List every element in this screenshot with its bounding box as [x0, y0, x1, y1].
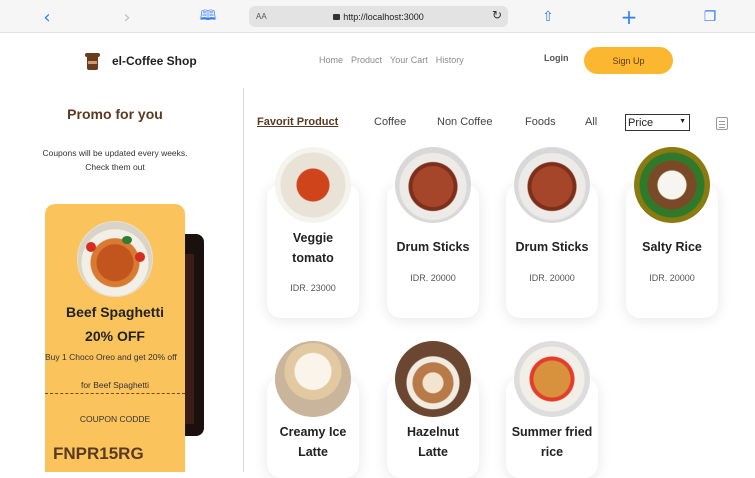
promo-title: Promo for you [67, 106, 163, 122]
filter-icon[interactable] [716, 117, 728, 130]
product-name: Salty Rice [642, 240, 702, 254]
product-name: Drum Sticks [396, 240, 470, 254]
product-card[interactable]: Drum Sticks IDR. 20000 [506, 147, 598, 318]
product-card[interactable]: Hazelnut Latte [387, 341, 479, 478]
coupon-code-label: COUPON CODDE [79, 414, 151, 424]
product-card[interactable]: Creamy Ice Latte [267, 341, 359, 478]
back-icon[interactable]: ‹ [36, 6, 58, 28]
bookmarks-icon[interactable]: 🕮 [197, 6, 219, 28]
product-price: IDR. 20000 [649, 273, 695, 283]
panel-divider [243, 88, 244, 472]
creamy-ice-latte-image [275, 341, 351, 417]
new-tab-icon[interactable]: + [618, 5, 640, 29]
product-price: IDR. 20000 [529, 273, 575, 283]
sort-select[interactable]: Price ▼ [625, 114, 690, 131]
promo-subtitle-line: Check them out [85, 162, 145, 172]
product-name-line: Latte [298, 445, 328, 459]
product-name-line: Creamy Ice [279, 425, 347, 439]
url-text: http://localhost:3000 [343, 11, 424, 22]
coupon-stack-back-inner [184, 254, 194, 424]
tab-foods[interactable]: Foods [525, 116, 556, 128]
promo-subtitle: Coupons will be updated every weeks. Che… [25, 146, 205, 174]
product-name-line: Veggie [292, 231, 334, 245]
coupon-code: FNPR15RG [53, 444, 144, 463]
nav-home[interactable]: Home [319, 55, 343, 65]
tabs-overview-icon[interactable]: ❐ [699, 6, 721, 28]
nav-history[interactable]: History [436, 55, 464, 65]
coupon-discount: 20% OFF [85, 328, 145, 344]
product-name-line: rice [540, 445, 564, 459]
coupon-description: Buy 1 Choco Oreo and get 20% off [45, 352, 177, 362]
product-card[interactable]: Veggie tomato IDR. 23000 [267, 147, 359, 318]
main-nav: Home Product Your Cart History [319, 55, 464, 65]
coupon-for-text: for Beef Spaghetti [80, 380, 150, 390]
coupon-card[interactable]: Beef Spaghetti 20% OFF Buy 1 Choco Oreo … [45, 204, 185, 472]
signup-button[interactable]: Sign Up [584, 47, 673, 74]
beef-spaghetti-image [77, 221, 153, 297]
forward-icon[interactable]: › [116, 6, 138, 28]
share-icon[interactable]: ⇧ [537, 6, 559, 28]
address-bar[interactable]: AA http://localhost:3000 ↻ [249, 6, 508, 27]
product-price: IDR. 23000 [290, 283, 336, 293]
product-price: IDR. 20000 [410, 273, 456, 283]
tab-coffee[interactable]: Coffee [374, 116, 406, 128]
product-name: Drum Sticks [515, 240, 589, 254]
veggie-tomato-image [275, 147, 351, 223]
browser-toolbar: ‹ › 🕮 AA http://localhost:3000 ↻ ⇧ + ❐ [0, 0, 755, 33]
coupon-divider [45, 393, 185, 394]
tab-all[interactable]: All [585, 116, 597, 128]
drum-sticks-image [395, 147, 471, 223]
nav-your-cart[interactable]: Your Cart [390, 55, 428, 65]
chevron-down-icon: ▼ [679, 118, 686, 125]
coffee-cup-logo-icon[interactable] [85, 52, 101, 70]
product-card[interactable]: Salty Rice IDR. 20000 [626, 147, 718, 318]
product-card[interactable]: Summer fried rice [506, 341, 598, 478]
coupon-product-name: Beef Spaghetti [65, 304, 164, 320]
promo-subtitle-line: Coupons will be updated every weeks. [42, 148, 188, 158]
sort-select-value: Price [628, 116, 654, 129]
reload-icon[interactable]: ↻ [492, 8, 502, 22]
product-name-line: Latte [418, 445, 448, 459]
hazelnut-latte-image [395, 341, 471, 417]
product-card[interactable]: Drum Sticks IDR. 20000 [387, 147, 479, 318]
product-name: Veggie tomato [267, 228, 359, 268]
brand-name[interactable]: el-Coffee Shop [112, 54, 197, 68]
product-name-line: Hazelnut [406, 425, 460, 439]
nav-product[interactable]: Product [351, 55, 382, 65]
product-name-line: Summer fried [511, 425, 593, 439]
product-name: Summer fried rice [506, 422, 598, 462]
summer-fried-rice-image [514, 341, 590, 417]
tab-favorit-product[interactable]: Favorit Product [257, 116, 338, 128]
lock-icon [333, 13, 341, 20]
login-link[interactable]: Login [544, 53, 569, 63]
product-name: Creamy Ice Latte [267, 422, 359, 462]
drum-sticks-image [514, 147, 590, 223]
tab-non-coffee[interactable]: Non Coffee [437, 116, 492, 128]
site-header: el-Coffee Shop Home Product Your Cart Hi… [0, 33, 755, 88]
product-name-line: tomato [292, 251, 334, 265]
product-name: Hazelnut Latte [387, 422, 479, 462]
salty-rice-image [634, 147, 710, 223]
